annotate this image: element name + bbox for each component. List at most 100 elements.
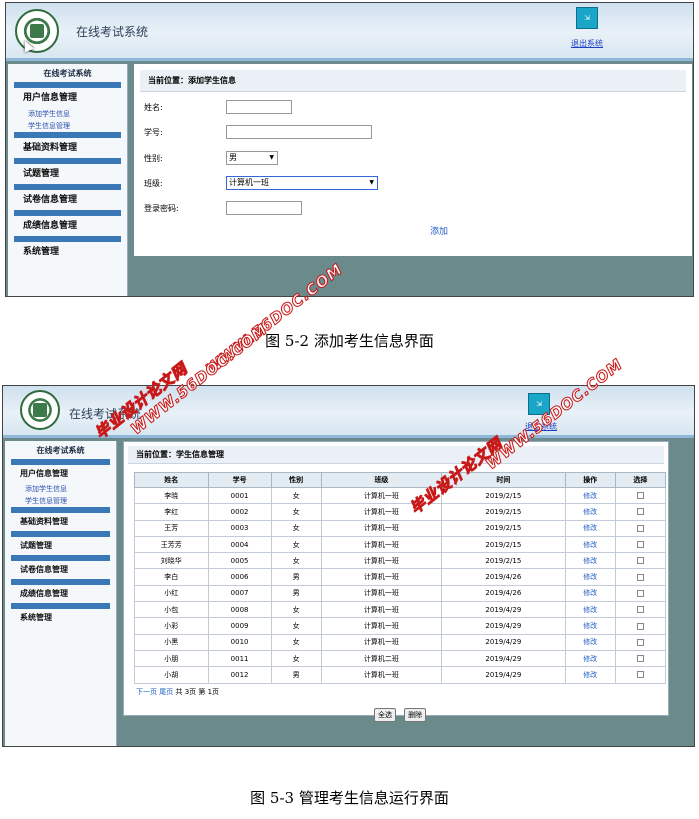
table-cell: 2019/4/26	[441, 584, 566, 603]
student-id-input[interactable]	[226, 125, 372, 139]
table-row: 李白 0006 男计算机一班 2019/4/26 修改	[134, 568, 667, 586]
password-input[interactable]	[226, 201, 302, 215]
table-cell: 李白	[134, 568, 209, 586]
row-checkbox[interactable]	[636, 655, 644, 663]
sidebar-item-scores[interactable]: 成绩信息管理	[5, 585, 116, 603]
gender-label: 性别:	[144, 154, 163, 163]
table-cell: 小包	[134, 601, 209, 619]
table-row: 李红 0002 女计算机一班 2019/2/15 修改	[134, 503, 667, 521]
sidebar-item-questions[interactable]: 试题管理	[5, 537, 116, 555]
row-checkbox[interactable]	[636, 557, 644, 565]
edit-link[interactable]: 修改	[564, 649, 616, 668]
logout-link[interactable]: 退出系统	[571, 38, 603, 49]
table-cell: 小黑	[134, 633, 209, 651]
row-checkbox[interactable]	[636, 589, 644, 597]
table-cell: 0003	[207, 519, 272, 537]
table-row: 小黑 0010 女计算机一班 2019/4/29 修改	[134, 633, 667, 651]
delete-button[interactable]: 删除	[404, 708, 427, 722]
row-checkbox[interactable]	[636, 606, 644, 614]
sidebar-item-add-student[interactable]: 添加学生信息	[5, 483, 116, 495]
table-cell: 李红	[134, 503, 209, 521]
row-checkbox[interactable]	[636, 638, 644, 646]
column-header: 性别	[270, 472, 322, 488]
table-row: 刘晓华 0005 女计算机一班 2019/2/15 修改	[134, 552, 667, 570]
edit-link[interactable]: 修改	[564, 601, 616, 619]
last-page-link[interactable]: 尾页	[159, 688, 173, 696]
row-checkbox[interactable]	[636, 671, 644, 679]
edit-link[interactable]: 修改	[564, 486, 616, 505]
column-header: 选择	[614, 472, 667, 488]
sidebar-item-student-management[interactable]: 学生信息管理	[8, 120, 127, 132]
add-button[interactable]: 添加	[430, 224, 448, 237]
breadcrumb: 当前位置：学生信息管理	[128, 446, 664, 464]
class-select[interactable]: 计算机一班	[226, 176, 378, 190]
table-cell: 计算机一班	[320, 552, 443, 570]
row-checkbox[interactable]	[636, 541, 644, 549]
select-cell	[614, 601, 667, 619]
table-cell: 0004	[207, 535, 272, 554]
name-label: 姓名:	[144, 103, 163, 112]
exit-icon[interactable]: ⇲	[576, 7, 598, 29]
table-cell: 女	[270, 633, 322, 651]
row-checkbox[interactable]	[636, 524, 644, 532]
sidebar-item-scores[interactable]: 成绩信息管理	[8, 216, 127, 236]
sidebar-item-questions[interactable]: 试题管理	[8, 164, 127, 184]
table-cell: 女	[270, 535, 322, 554]
sidebar-title: 在线考试系统	[43, 69, 92, 78]
select-cell	[614, 552, 667, 570]
table-row: 王芳芳 0004 女计算机一班 2019/2/15 修改	[134, 535, 667, 554]
main-panel: 当前位置：学生信息管理 姓名 学号 性别 班级 时间 操作 选择 李晓 0001 女计算机一班 2…	[123, 441, 669, 722]
table-cell: 女	[270, 649, 322, 668]
select-cell	[614, 584, 667, 603]
edit-link[interactable]: 修改	[564, 568, 616, 586]
sidebar-item-system[interactable]: 系统管理	[8, 242, 127, 262]
table-cell: 2019/2/15	[441, 519, 566, 537]
edit-link[interactable]: 修改	[564, 584, 616, 603]
breadcrumb: 当前位置：添加学生信息	[140, 70, 686, 92]
name-input[interactable]	[226, 100, 292, 114]
edit-link[interactable]: 修改	[564, 519, 616, 537]
university-logo	[20, 390, 60, 430]
edit-link[interactable]: 修改	[564, 617, 616, 635]
edit-link[interactable]: 修改	[564, 633, 616, 651]
sidebar-item-papers[interactable]: 试卷信息管理	[8, 190, 127, 210]
sidebar-item-user-management[interactable]: 用户信息管理	[5, 465, 116, 483]
table-cell: 女	[270, 486, 322, 505]
edit-link[interactable]: 修改	[564, 666, 616, 684]
select-cell	[614, 568, 667, 586]
table-cell: 计算机一班	[320, 568, 443, 586]
table-cell: 2019/4/29	[441, 633, 566, 651]
table-cell: 2019/4/26	[441, 568, 566, 586]
table-cell: 刘晓华	[134, 552, 209, 570]
select-cell	[614, 633, 667, 651]
row-checkbox[interactable]	[636, 573, 644, 581]
table-cell: 小彩	[134, 617, 209, 635]
row-checkbox[interactable]	[636, 492, 644, 500]
sidebar-item-basic-data[interactable]: 基础资料管理	[8, 138, 127, 158]
gender-select[interactable]: 男	[226, 151, 278, 165]
sidebar-item-student-management[interactable]: 学生信息管理	[5, 495, 116, 507]
sidebar-item-papers[interactable]: 试卷信息管理	[5, 561, 116, 579]
edit-link[interactable]: 修改	[564, 503, 616, 521]
gender-value: 男	[229, 153, 237, 162]
table-cell: 计算机一班	[320, 601, 443, 619]
table-cell: 2019/2/15	[441, 503, 566, 521]
sidebar-item-add-student[interactable]: 添加学生信息	[8, 108, 127, 120]
sidebar-item-user-management[interactable]: 用户信息管理	[8, 88, 127, 108]
edit-link[interactable]: 修改	[564, 535, 616, 554]
student-id-label: 学号:	[144, 128, 163, 137]
column-header: 班级	[320, 472, 443, 488]
edit-link[interactable]: 修改	[564, 552, 616, 570]
next-page-link[interactable]: 下一页	[136, 688, 157, 696]
row-checkbox[interactable]	[636, 622, 644, 630]
table-cell: 2019/2/15	[441, 486, 566, 505]
select-all-button[interactable]: 全选	[374, 708, 396, 722]
select-cell	[614, 486, 667, 505]
table-cell: 女	[270, 503, 322, 521]
sidebar-item-basic-data[interactable]: 基础资料管理	[5, 513, 116, 531]
row-checkbox[interactable]	[636, 508, 644, 516]
table-cell: 2019/2/15	[441, 552, 566, 570]
sidebar-item-system[interactable]: 系统管理	[5, 609, 116, 627]
table-row: 王芳 0003 女计算机一班 2019/2/15 修改	[134, 519, 667, 537]
table-cell: 计算机一班	[320, 584, 443, 603]
